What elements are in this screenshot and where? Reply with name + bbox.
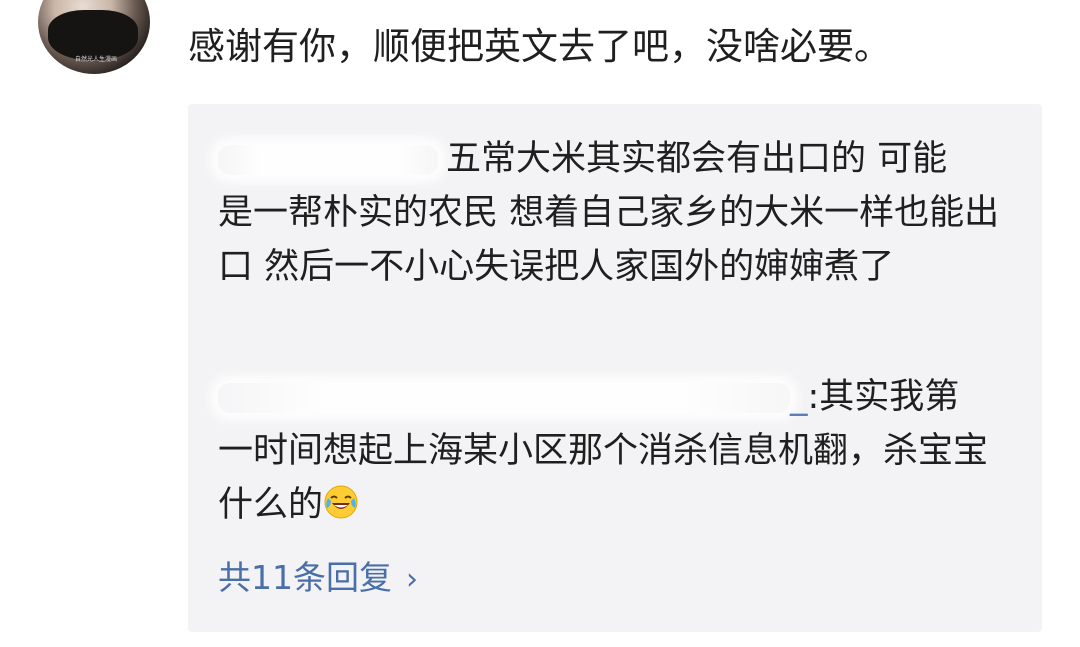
replies-box[interactable]: 五常大米其实都会有出口的 可能 是一帮朴实的农民 想着自己家乡的大米一样也能出口… <box>188 104 1042 632</box>
reply-text-line1: :其实我第 <box>807 377 960 417</box>
blurred-username[interactable] <box>218 145 438 175</box>
comment-text: 感谢有你，顺便把英文去了吧，没啥必要。 <box>188 25 891 68</box>
more-replies-link[interactable]: 共11条回复 › <box>218 556 418 602</box>
reply-text: 是一帮朴实的农民 想着自己家乡的大米一样也能出口 然后一不小心失误把人家国外的婶… <box>218 193 1000 287</box>
reply-item[interactable]: _:其实我第 一时间想起上海某小区那个消杀信息机翻，杀宝宝什么的 <box>218 370 1018 532</box>
blurred-username[interactable] <box>218 383 790 413</box>
reply-item[interactable]: 五常大米其实都会有出口的 可能 是一帮朴实的农民 想着自己家乡的大米一样也能出口… <box>218 132 1018 294</box>
more-replies-label[interactable]: 共11条回复 <box>218 558 392 597</box>
avatar-hair-shape <box>48 10 138 60</box>
avatar[interactable]: 自然光人生漫画 <box>38 0 150 74</box>
laughing-crying-emoji-icon <box>324 485 358 519</box>
username-tail[interactable]: _ <box>790 377 808 417</box>
avatar-caption: 自然光人生漫画 <box>74 56 117 63</box>
chevron-right-icon[interactable]: › <box>406 558 418 602</box>
reply-text-line1: 五常大米其实都会有出口的 可能 <box>446 139 948 179</box>
